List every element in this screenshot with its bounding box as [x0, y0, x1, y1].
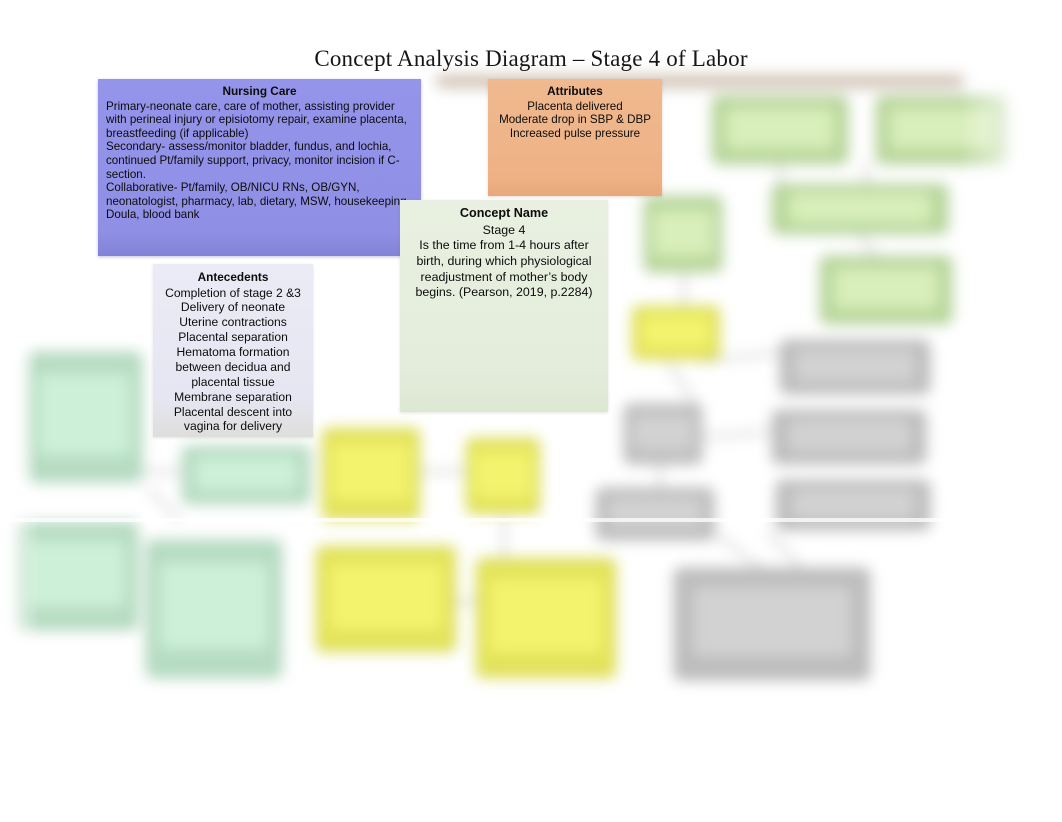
node-nursing-care-primary: Primary-neonate care, care of mother, as… — [106, 99, 407, 140]
node-nursing-care-header: Nursing Care — [222, 84, 297, 98]
bg-box-gray-1-inner — [795, 350, 915, 382]
bg-box-mint-4 — [146, 540, 282, 678]
bg-box-mint-1 — [26, 352, 142, 482]
node-antecedents-item-7: Placental descent into vagina for delive… — [173, 404, 293, 434]
connector-4 — [682, 273, 686, 310]
bg-box-green-1 — [712, 96, 848, 164]
bg-box-gray-4-inner — [632, 414, 694, 451]
bg-box-gray-3 — [776, 480, 930, 530]
bg-box-gray-2 — [772, 410, 926, 464]
bg-box-mint-3 — [182, 446, 310, 504]
connector-13 — [420, 470, 468, 473]
bg-box-gray-6 — [674, 568, 870, 680]
bg-box-green-3-inner — [789, 193, 931, 223]
node-antecedents-item-6: Membrane separation — [174, 389, 292, 404]
bg-box-green-4-inner — [833, 268, 939, 310]
node-concept-name[interactable]: Concept Name Stage 4 Is the time from 1-… — [400, 200, 608, 412]
bg-box-gray-1 — [780, 340, 930, 394]
bg-box-green-5-inner — [652, 209, 714, 256]
node-concept-name-header: Concept Name — [459, 206, 549, 220]
bg-box-green-4 — [820, 256, 952, 324]
node-antecedents-item-4: Placental separation — [178, 330, 288, 345]
node-antecedents-item-5: Hematoma formation between decidua and p… — [175, 345, 291, 389]
connector-7 — [701, 430, 777, 439]
connector-15 — [456, 600, 478, 603]
bg-box-yellow-2 — [322, 428, 420, 520]
bg-box-yellow-4-inner — [330, 564, 442, 630]
node-nursing-care-collaborative: Collaborative- Pt/family, OB/NICU RNs, O… — [106, 181, 410, 222]
bg-box-mint-2 — [14, 522, 138, 630]
page-title: Concept Analysis Diagram – Stage 4 of La… — [314, 46, 748, 71]
connector-12 — [146, 486, 182, 523]
node-antecedents[interactable]: Antecedents Completion of stage 2 &3 Del… — [153, 264, 313, 437]
node-attributes-item-3: Increased pulse pressure — [509, 126, 641, 140]
node-nursing-care[interactable]: Nursing Care Primary-neonate care, care … — [98, 79, 421, 256]
node-nursing-care-secondary: Secondary- assess/monitor bladder, fundu… — [106, 140, 400, 181]
bg-box-yellow-1 — [632, 306, 720, 360]
bg-box-gray-6-inner — [693, 587, 851, 657]
connector-14 — [502, 515, 506, 562]
bg-box-yellow-5-inner — [490, 578, 602, 653]
bg-box-gray-5 — [596, 488, 714, 540]
connector-10 — [766, 530, 802, 569]
bg-box-mint-1-inner — [38, 374, 130, 455]
bg-box-green-3 — [772, 184, 948, 234]
bg-box-mint-4-inner — [159, 563, 269, 650]
node-concept-name-definition: Is the time from 1-4 hours after birth, … — [415, 238, 593, 300]
node-attributes[interactable]: Attributes Placenta delivered Moderate d… — [488, 79, 662, 196]
connector-11 — [140, 470, 186, 473]
bg-box-green-1-inner — [725, 108, 835, 150]
node-antecedents-item-3: Uterine contractions — [179, 315, 287, 330]
bg-box-yellow-4 — [316, 546, 456, 652]
node-antecedents-header: Antecedents — [197, 270, 269, 284]
bg-box-yellow-3-inner — [474, 451, 532, 498]
bg-box-gray-5-inner — [608, 497, 702, 529]
bg-box-gray-3-inner — [791, 489, 915, 519]
bg-box-mint-3-inner — [195, 456, 297, 492]
node-attributes-item-1: Placenta delivered — [527, 99, 623, 113]
bg-box-gray-4 — [624, 404, 702, 464]
bg-box-yellow-2-inner — [332, 444, 410, 501]
bg-box-gray-2-inner — [787, 420, 911, 452]
bg-box-yellow-5 — [476, 558, 616, 678]
bg-box-green-2-inner — [889, 108, 995, 150]
node-concept-name-value: Stage 4 — [482, 222, 526, 237]
bg-box-yellow-1-inner — [641, 316, 711, 348]
node-antecedents-item-2: Delivery of neonate — [180, 300, 286, 315]
node-attributes-header: Attributes — [547, 84, 603, 98]
bg-box-yellow-3 — [466, 438, 540, 514]
bg-box-green-2 — [876, 96, 1008, 164]
diagram-canvas: Concept Analysis Diagram – Stage 4 of La… — [0, 0, 1062, 822]
bg-box-mint-2-inner — [26, 540, 126, 608]
bg-box-green-5 — [644, 196, 722, 272]
node-attributes-item-2: Moderate drop in SBP & DBP — [499, 113, 651, 127]
node-antecedents-item-1: Completion of stage 2 &3 — [165, 285, 301, 300]
